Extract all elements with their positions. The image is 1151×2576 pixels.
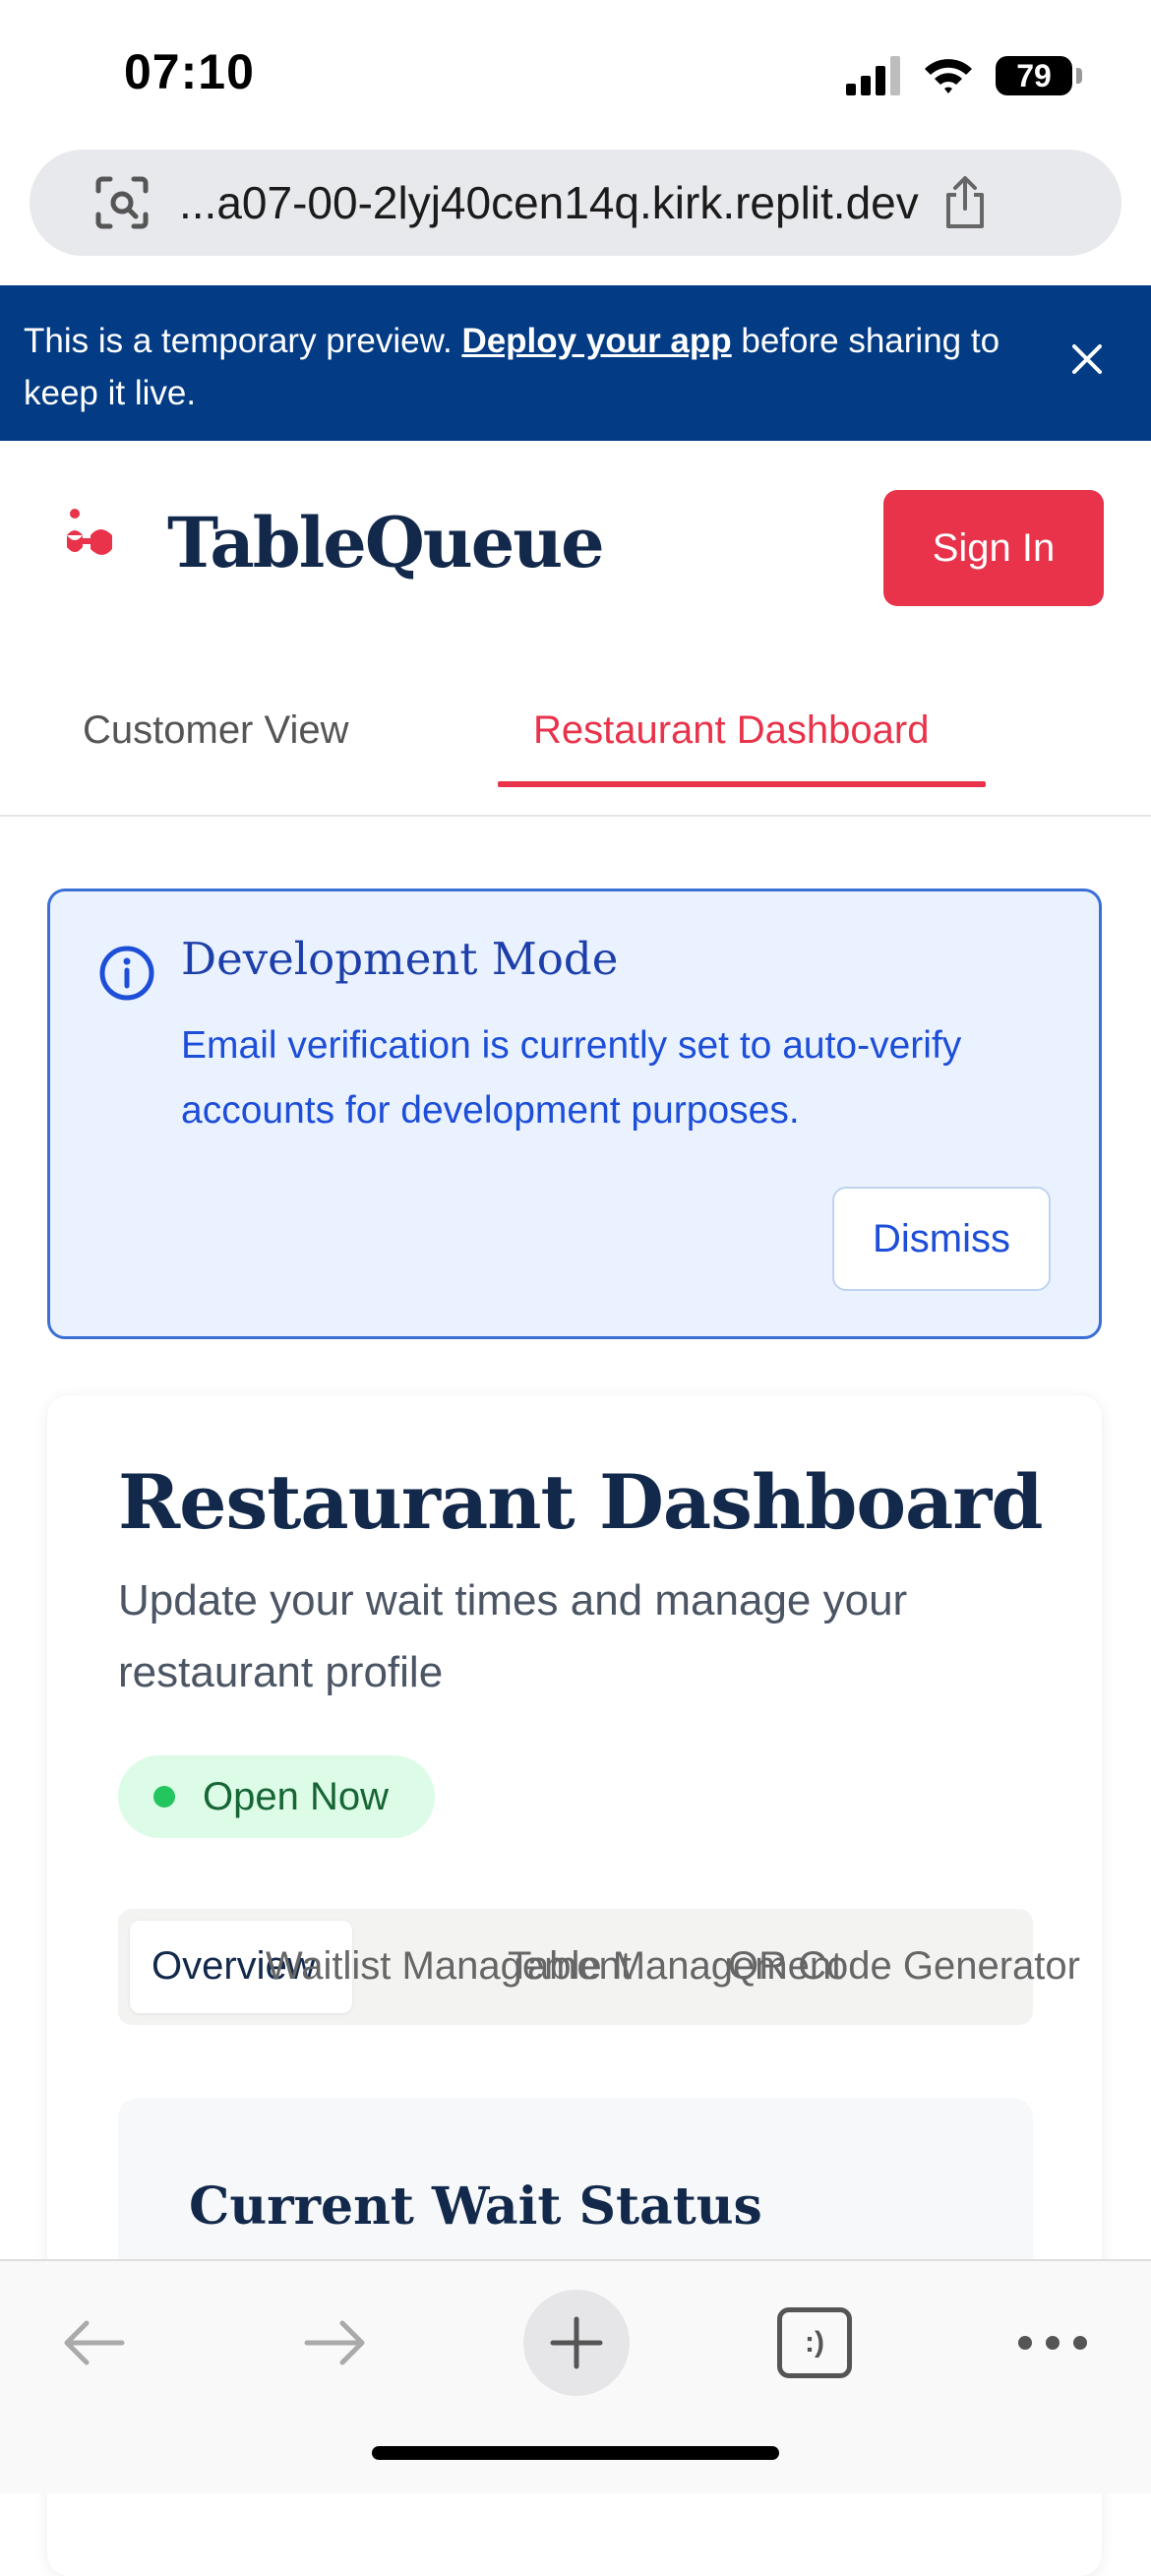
tab-qr-code-generator[interactable]: QR Code Generator <box>728 1944 1080 1989</box>
arrow-right-icon <box>304 2320 365 2365</box>
new-tab-button[interactable] <box>521 2279 632 2407</box>
deploy-link[interactable]: Deploy your app <box>461 322 731 360</box>
page-subtitle: Update your wait times and manage your r… <box>118 1576 908 1696</box>
status-dot-icon <box>153 1786 175 1808</box>
close-icon[interactable] <box>1062 335 1112 384</box>
preview-banner: This is a temporary preview. Deploy your… <box>0 285 1151 441</box>
dev-mode-title: Development Mode <box>181 933 619 985</box>
address-bar[interactable]: ...a07-00-2lyj40cen14q.kirk.replit.dev <box>30 150 1121 256</box>
more-dots-icon <box>1018 2336 1087 2350</box>
status-icons: 79 <box>846 51 1082 100</box>
battery-icon: 79 <box>996 56 1082 95</box>
signal-icon <box>846 56 900 95</box>
dev-mode-message: Email verification is currently set to a… <box>181 1024 962 1132</box>
sign-in-button[interactable]: Sign In <box>883 490 1104 606</box>
tab-customer-view[interactable]: Customer View <box>83 708 348 753</box>
share-icon[interactable] <box>940 175 990 230</box>
brand-name[interactable]: TableQueue <box>167 502 605 583</box>
active-tab-indicator <box>498 781 986 787</box>
status-badge: Open Now <box>118 1755 435 1838</box>
banner-text-before: This is a temporary preview. <box>24 322 462 360</box>
page-title: Restaurant Dashboard <box>118 1458 1043 1546</box>
url-text[interactable]: ...a07-00-2lyj40cen14q.kirk.replit.dev <box>179 176 919 229</box>
wifi-icon <box>925 59 972 93</box>
tab-restaurant-dashboard[interactable]: Restaurant Dashboard <box>533 708 929 753</box>
plus-icon <box>550 2316 603 2369</box>
logo-icon <box>67 509 112 555</box>
more-button[interactable] <box>994 2279 1112 2407</box>
status-badge-label: Open Now <box>203 1774 389 1818</box>
back-button[interactable] <box>49 2279 138 2407</box>
info-icon <box>99 946 154 1001</box>
page-scan-icon[interactable] <box>94 175 150 230</box>
tabs-icon: :) <box>777 2307 852 2378</box>
dismiss-button[interactable]: Dismiss <box>832 1187 1051 1291</box>
home-indicator <box>372 2446 779 2460</box>
arrow-left-icon <box>64 2320 125 2365</box>
tabs-button[interactable]: :) <box>777 2279 852 2407</box>
tabs-divider <box>0 815 1151 817</box>
forward-button[interactable] <box>291 2279 380 2407</box>
status-time: 07:10 <box>124 44 255 99</box>
wait-status-title: Current Wait Status <box>189 2177 762 2237</box>
